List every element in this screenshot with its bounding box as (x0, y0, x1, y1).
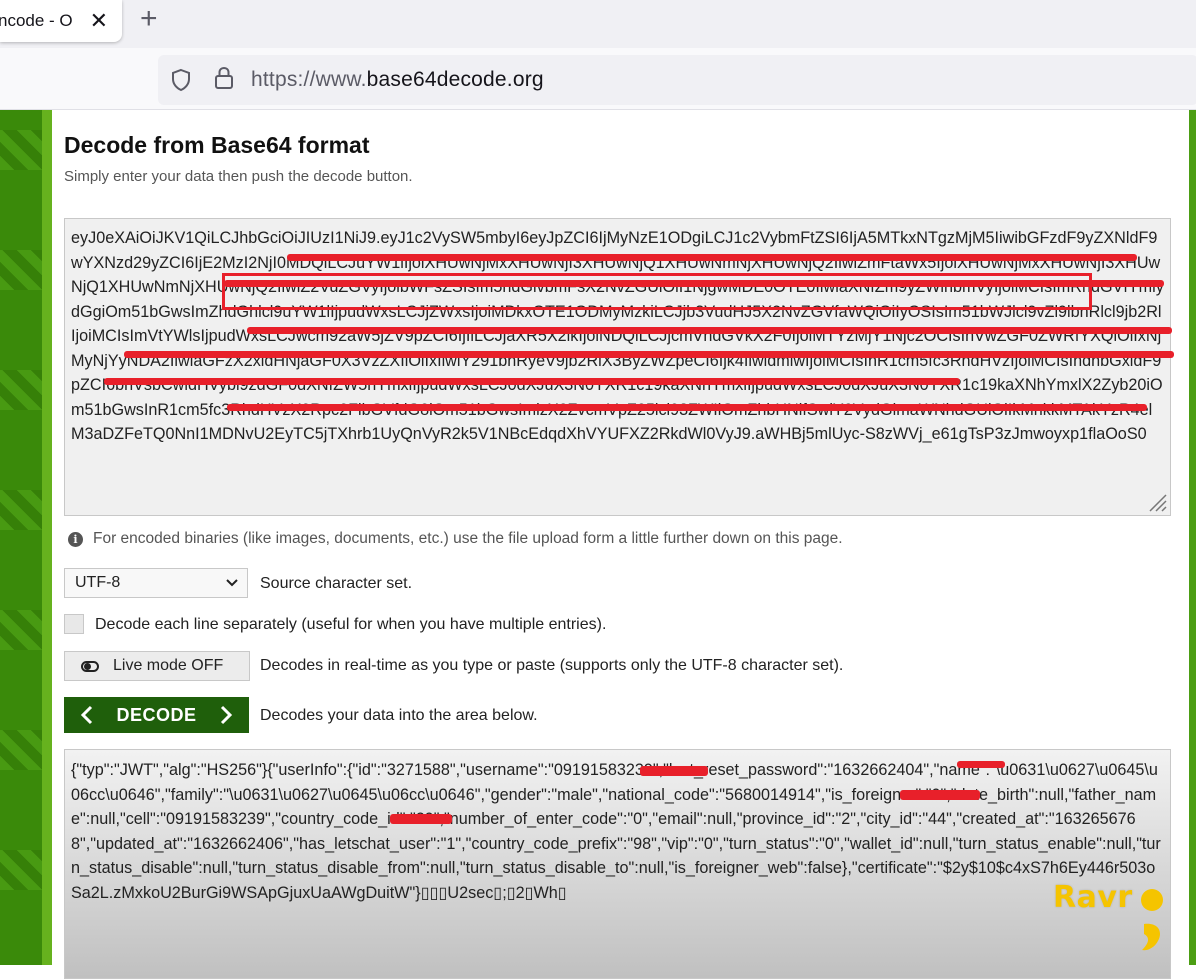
browser-tab[interactable]: ncode - O ✕ (0, 0, 122, 42)
redaction-mark (222, 273, 1092, 310)
main-content: Decode from Base64 format Simply enter y… (52, 110, 1189, 979)
watermark-comma-icon (1141, 889, 1163, 951)
decoded-output[interactable]: {"typ":"JWT","alg":"HS256"}{"userInfo":{… (64, 749, 1171, 979)
info-icon: i (68, 531, 83, 547)
live-mode-description: Decodes in real-time as you type or past… (260, 657, 844, 674)
page-title: Decode from Base64 format (64, 132, 370, 158)
nav-bar: https://www.base64decode.org (0, 48, 1196, 110)
redaction-mark (640, 766, 708, 776)
right-border (1189, 110, 1196, 965)
charset-label: Source character set. (260, 575, 413, 592)
redaction-mark (224, 280, 1164, 287)
redaction-mark (227, 404, 1147, 411)
tab-bar: ncode - O ✕ + (0, 0, 1196, 48)
chevron-left-icon (80, 705, 93, 725)
decorative-sidebar (0, 110, 52, 965)
decode-each-line-label[interactable]: Decode each line separately (useful for … (95, 616, 606, 634)
close-icon[interactable]: ✕ (90, 8, 108, 34)
redaction-mark (247, 327, 1172, 334)
url-domain: base64decode.org (366, 68, 544, 91)
chevron-down-icon (226, 579, 238, 587)
redaction-mark (124, 351, 1174, 358)
chevron-right-icon (220, 705, 233, 725)
toggle-icon (81, 660, 99, 672)
decode-description: Decodes your data into the area below. (260, 707, 538, 724)
redaction-mark (287, 254, 1137, 261)
redaction-mark (104, 378, 960, 385)
tab-title: ncode - O (0, 11, 73, 30)
url-bar[interactable]: https://www.base64decode.org (158, 55, 1196, 105)
info-note: i For encoded binaries (like images, doc… (68, 530, 843, 548)
resize-handle-icon[interactable] (1146, 491, 1168, 513)
output-text: {"typ":"JWT","alg":"HS256"}{"userInfo":{… (71, 761, 1161, 902)
decode-each-line-checkbox[interactable] (64, 614, 84, 634)
redaction-mark (390, 814, 452, 824)
live-mode-label: Live mode OFF (113, 657, 224, 674)
info-text: For encoded binaries (like images, docum… (93, 530, 843, 547)
url-text[interactable]: https://www.base64decode.org (251, 68, 544, 92)
shield-icon[interactable] (170, 68, 192, 92)
decode-label: DECODE (116, 704, 197, 725)
page-subtitle: Simply enter your data then push the dec… (64, 168, 413, 185)
base64-input[interactable]: eyJ0eXAiOiJKV1QiLCJhbGciOiJIUzI1NiJ9.eyJ… (64, 218, 1171, 516)
live-mode-button[interactable]: Live mode OFF (64, 651, 250, 681)
url-prefix: https://www. (251, 68, 367, 91)
charset-value: UTF-8 (75, 574, 121, 591)
charset-select[interactable]: UTF-8 (64, 568, 248, 598)
decode-button[interactable]: DECODE (64, 697, 249, 733)
new-tab-icon[interactable]: + (140, 2, 158, 36)
lock-icon[interactable] (214, 65, 234, 91)
sidebar-border (42, 110, 52, 965)
redaction-mark (957, 761, 1005, 768)
redaction-mark (900, 790, 980, 800)
watermark-logo: Ravr (1053, 880, 1133, 915)
